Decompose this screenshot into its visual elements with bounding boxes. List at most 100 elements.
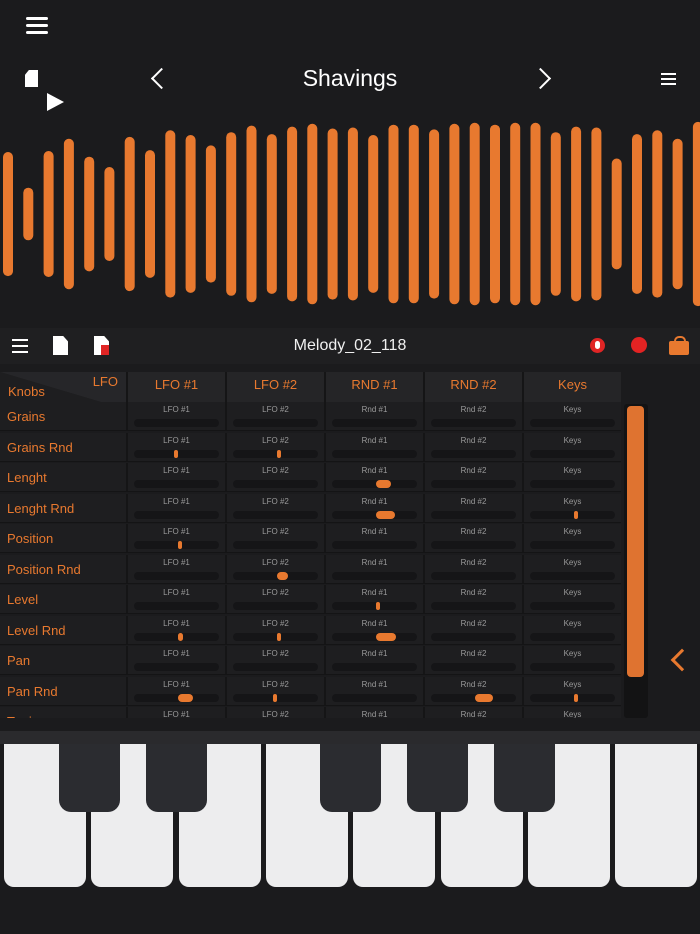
amount-slider[interactable] bbox=[332, 541, 417, 549]
matrix-row-label[interactable]: Pan Rnd bbox=[0, 676, 126, 706]
matrix-cell[interactable]: Keys bbox=[522, 402, 621, 431]
matrix-cell[interactable]: LFO #2 bbox=[225, 707, 324, 718]
black-key[interactable] bbox=[146, 744, 207, 812]
amount-slider[interactable] bbox=[233, 541, 318, 549]
matrix-cell[interactable]: Rnd #2 bbox=[423, 402, 522, 431]
amount-slider[interactable] bbox=[134, 602, 219, 610]
matrix-cell[interactable]: LFO #2 bbox=[225, 615, 324, 645]
matrix-cell[interactable]: Rnd #2 bbox=[423, 493, 522, 523]
white-key[interactable] bbox=[615, 744, 698, 887]
matrix-cell[interactable]: Rnd #1 bbox=[324, 463, 423, 492]
amount-slider[interactable] bbox=[332, 602, 417, 610]
matrix-row-label[interactable]: Level Rnd bbox=[0, 615, 126, 645]
amount-slider[interactable] bbox=[233, 632, 318, 641]
matrix-cell[interactable]: Rnd #1 bbox=[324, 585, 423, 614]
amount-slider[interactable] bbox=[530, 480, 615, 488]
matrix-cell[interactable]: LFO #2 bbox=[225, 676, 324, 706]
amount-slider[interactable] bbox=[332, 510, 417, 519]
matrix-cell[interactable]: Rnd #2 bbox=[423, 524, 522, 553]
matrix-cell[interactable]: LFO #1 bbox=[126, 676, 225, 706]
amount-slider[interactable] bbox=[332, 632, 417, 641]
preset-menu-button[interactable] bbox=[661, 73, 676, 88]
matrix-cell[interactable]: Keys bbox=[522, 615, 621, 645]
matrix-cell[interactable]: Rnd #1 bbox=[324, 524, 423, 553]
amount-slider[interactable] bbox=[233, 449, 318, 458]
record-icon[interactable] bbox=[631, 337, 647, 353]
matrix-cell[interactable]: LFO #1 bbox=[126, 707, 225, 718]
matrix-row-label[interactable]: Lenght bbox=[0, 463, 126, 492]
amount-slider[interactable] bbox=[530, 449, 615, 458]
amount-slider[interactable] bbox=[332, 571, 417, 580]
amount-slider[interactable] bbox=[134, 693, 219, 702]
matrix-cell[interactable]: LFO #1 bbox=[126, 402, 225, 431]
matrix-cell[interactable]: LFO #2 bbox=[225, 402, 324, 431]
matrix-cell[interactable]: Rnd #2 bbox=[423, 676, 522, 706]
amount-slider[interactable] bbox=[530, 663, 615, 671]
matrix-cell[interactable]: Keys bbox=[522, 707, 621, 718]
amount-slider[interactable] bbox=[431, 663, 516, 671]
amount-slider[interactable] bbox=[134, 541, 219, 549]
matrix-cell[interactable]: Keys bbox=[522, 676, 621, 706]
document-icon[interactable] bbox=[25, 70, 38, 87]
matrix-cell[interactable]: LFO #2 bbox=[225, 493, 324, 523]
amount-slider[interactable] bbox=[233, 602, 318, 610]
matrix-cell[interactable]: LFO #2 bbox=[225, 646, 324, 675]
main-menu-button[interactable] bbox=[26, 17, 48, 37]
matrix-row-label[interactable]: Pan bbox=[0, 646, 126, 675]
amount-slider[interactable] bbox=[530, 571, 615, 580]
matrix-cell[interactable]: LFO #1 bbox=[126, 646, 225, 675]
matrix-cell[interactable]: Rnd #1 bbox=[324, 554, 423, 584]
matrix-cell[interactable]: LFO #2 bbox=[225, 463, 324, 492]
matrix-cell[interactable]: Rnd #2 bbox=[423, 707, 522, 718]
matrix-cell[interactable]: Rnd #2 bbox=[423, 463, 522, 492]
matrix-row-label[interactable]: Position Rnd bbox=[0, 554, 126, 584]
amount-slider[interactable] bbox=[332, 480, 417, 488]
matrix-cell[interactable]: Keys bbox=[522, 493, 621, 523]
matrix-row-label[interactable]: Tuning bbox=[0, 707, 126, 718]
amount-slider[interactable] bbox=[233, 571, 318, 580]
amount-slider[interactable] bbox=[233, 419, 318, 427]
matrix-row-label[interactable]: Level bbox=[0, 585, 126, 614]
microphone-icon[interactable] bbox=[590, 338, 605, 353]
amount-slider[interactable] bbox=[431, 480, 516, 488]
amount-slider[interactable] bbox=[431, 449, 516, 458]
waveform[interactable] bbox=[0, 118, 700, 310]
amount-slider[interactable] bbox=[431, 541, 516, 549]
amount-slider[interactable] bbox=[332, 419, 417, 427]
matrix-cell[interactable]: Keys bbox=[522, 524, 621, 553]
amount-slider[interactable] bbox=[134, 419, 219, 427]
chevron-left-icon[interactable] bbox=[670, 648, 694, 672]
amount-slider[interactable] bbox=[431, 510, 516, 519]
matrix-cell[interactable]: Keys bbox=[522, 432, 621, 462]
amount-slider[interactable] bbox=[134, 480, 219, 488]
amount-slider[interactable] bbox=[530, 693, 615, 702]
matrix-row-label[interactable]: Position bbox=[0, 524, 126, 553]
amount-slider[interactable] bbox=[431, 693, 516, 702]
amount-slider[interactable] bbox=[530, 419, 615, 427]
matrix-cell[interactable]: LFO #1 bbox=[126, 432, 225, 462]
black-key[interactable] bbox=[320, 744, 381, 812]
amount-slider[interactable] bbox=[332, 663, 417, 671]
black-key[interactable] bbox=[59, 744, 120, 812]
matrix-cell[interactable]: LFO #1 bbox=[126, 524, 225, 553]
matrix-row-label[interactable]: Lenght Rnd bbox=[0, 493, 126, 523]
amount-slider[interactable] bbox=[134, 663, 219, 671]
matrix-row-label[interactable]: Grains Rnd bbox=[0, 432, 126, 462]
matrix-cell[interactable]: Rnd #1 bbox=[324, 493, 423, 523]
file-delete-icon[interactable] bbox=[94, 336, 109, 355]
matrix-column-header[interactable]: RND #2 bbox=[423, 372, 522, 402]
bag-icon[interactable] bbox=[669, 336, 689, 355]
matrix-cell[interactable]: Rnd #2 bbox=[423, 646, 522, 675]
amount-slider[interactable] bbox=[431, 632, 516, 641]
matrix-cell[interactable]: LFO #1 bbox=[126, 554, 225, 584]
file-icon[interactable] bbox=[53, 336, 68, 355]
amount-slider[interactable] bbox=[233, 510, 318, 519]
matrix-cell[interactable]: Keys bbox=[522, 646, 621, 675]
amount-slider[interactable] bbox=[233, 480, 318, 488]
matrix-cell[interactable]: LFO #1 bbox=[126, 615, 225, 645]
matrix-row-label[interactable]: Grains bbox=[0, 402, 126, 431]
matrix-column-header[interactable]: LFO #2 bbox=[225, 372, 324, 402]
list-icon[interactable] bbox=[12, 339, 28, 357]
amount-slider[interactable] bbox=[431, 602, 516, 610]
amount-slider[interactable] bbox=[530, 632, 615, 641]
